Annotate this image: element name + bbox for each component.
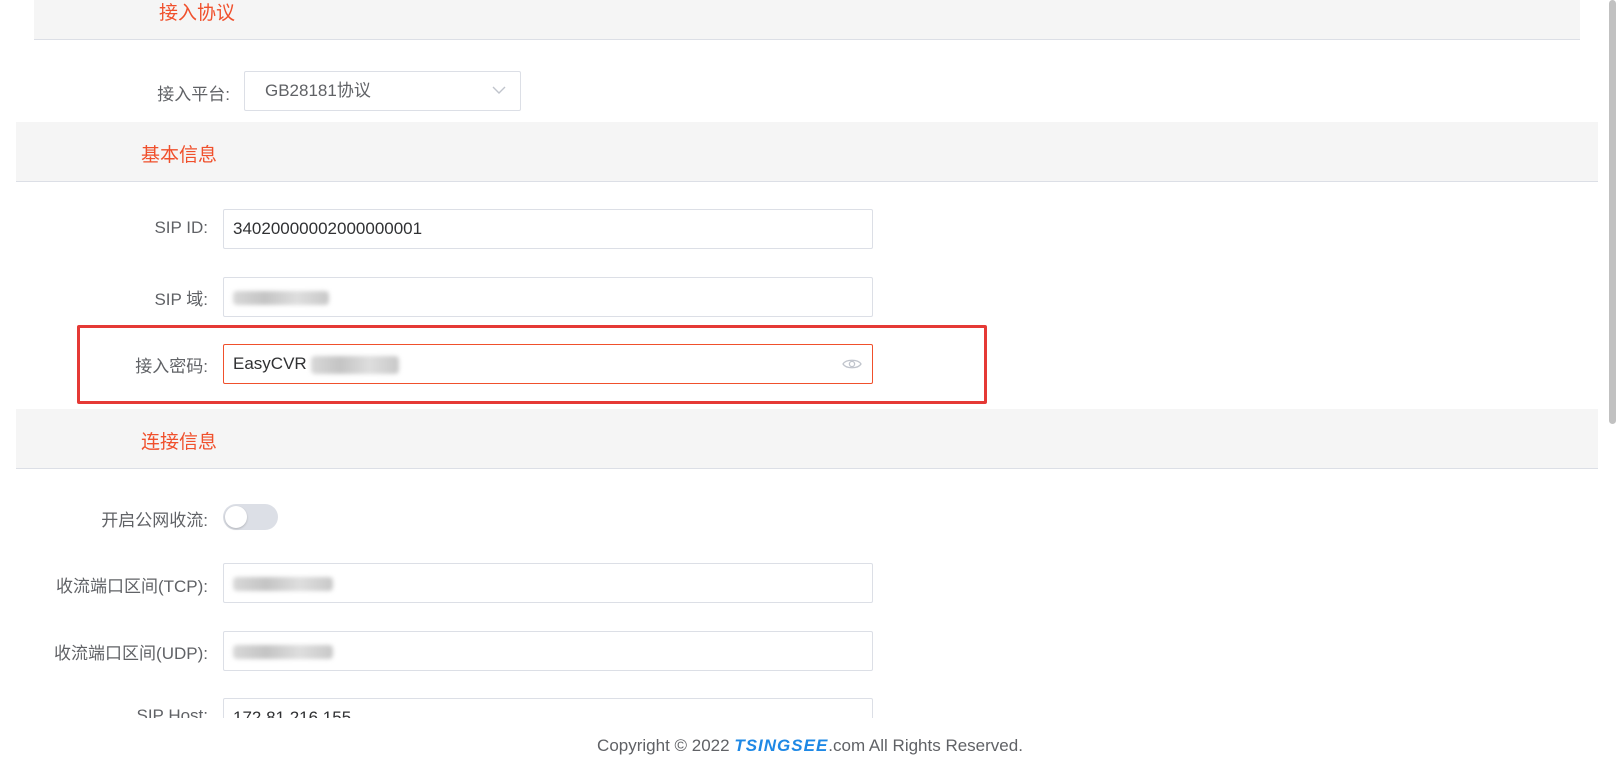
chevron-down-icon bbox=[492, 86, 506, 94]
sip-id-value: 34020000002000000001 bbox=[233, 219, 423, 238]
public-stream-toggle[interactable] bbox=[223, 504, 278, 530]
blurred-value bbox=[233, 644, 333, 659]
tcp-port-range-label: 收流端口区间(TCP): bbox=[55, 577, 208, 596]
section-title: 基本信息 bbox=[141, 145, 218, 166]
scrollbar-thumb[interactable] bbox=[1609, 0, 1616, 424]
section-access-protocol: 接入协议 bbox=[34, 0, 1580, 40]
access-password-label: 接入密码: bbox=[135, 357, 208, 376]
tcp-port-range-input[interactable] bbox=[223, 563, 873, 603]
footer: Copyright © 2022 TSINGSEE.com All Rights… bbox=[0, 718, 1620, 774]
sip-domain-label: SIP 域: bbox=[154, 290, 208, 309]
sip-host-input[interactable]: 172.81.216.155 bbox=[223, 698, 873, 718]
footer-brand-link[interactable]: TSINGSEE bbox=[734, 736, 828, 755]
platform-select[interactable]: GB28181协议 bbox=[244, 71, 521, 111]
password-visible-part: EasyCVR bbox=[233, 354, 307, 373]
section-connection-info: 连接信息 bbox=[16, 409, 1598, 469]
section-title: 接入协议 bbox=[159, 3, 236, 24]
sip-host-value: 172.81.216.155 bbox=[233, 708, 352, 718]
footer-copyright-prefix: Copyright © 2022 bbox=[597, 736, 735, 755]
sip-id-input[interactable]: 34020000002000000001 bbox=[223, 209, 873, 249]
udp-port-range-label: 收流端口区间(UDP): bbox=[54, 644, 208, 663]
vertical-scrollbar[interactable] bbox=[1606, 0, 1620, 718]
platform-value: GB28181协议 bbox=[265, 81, 371, 100]
sip-domain-input[interactable] bbox=[223, 277, 873, 317]
blurred-value bbox=[233, 576, 333, 591]
access-password-input[interactable]: EasyCVR bbox=[223, 344, 873, 384]
device-config-page: 接入协议 接入平台: GB28181协议 基本信息 SIP ID: 340200… bbox=[0, 0, 1620, 774]
platform-label: 接入平台: bbox=[157, 85, 230, 104]
sip-id-label: SIP ID: bbox=[154, 218, 208, 237]
sip-host-label: SIP Host: bbox=[136, 706, 209, 718]
section-basic-info: 基本信息 bbox=[16, 122, 1598, 182]
blurred-value bbox=[311, 355, 400, 374]
form-area: 接入协议 接入平台: GB28181协议 基本信息 SIP ID: 340200… bbox=[0, 0, 1620, 718]
udp-port-range-input[interactable] bbox=[223, 631, 873, 671]
section-title: 连接信息 bbox=[141, 432, 218, 453]
footer-copyright-suffix: .com All Rights Reserved. bbox=[828, 736, 1023, 755]
toggle-knob bbox=[225, 506, 247, 528]
blurred-value bbox=[233, 290, 329, 305]
eye-icon[interactable] bbox=[842, 357, 862, 371]
public-stream-label: 开启公网收流: bbox=[101, 511, 208, 530]
